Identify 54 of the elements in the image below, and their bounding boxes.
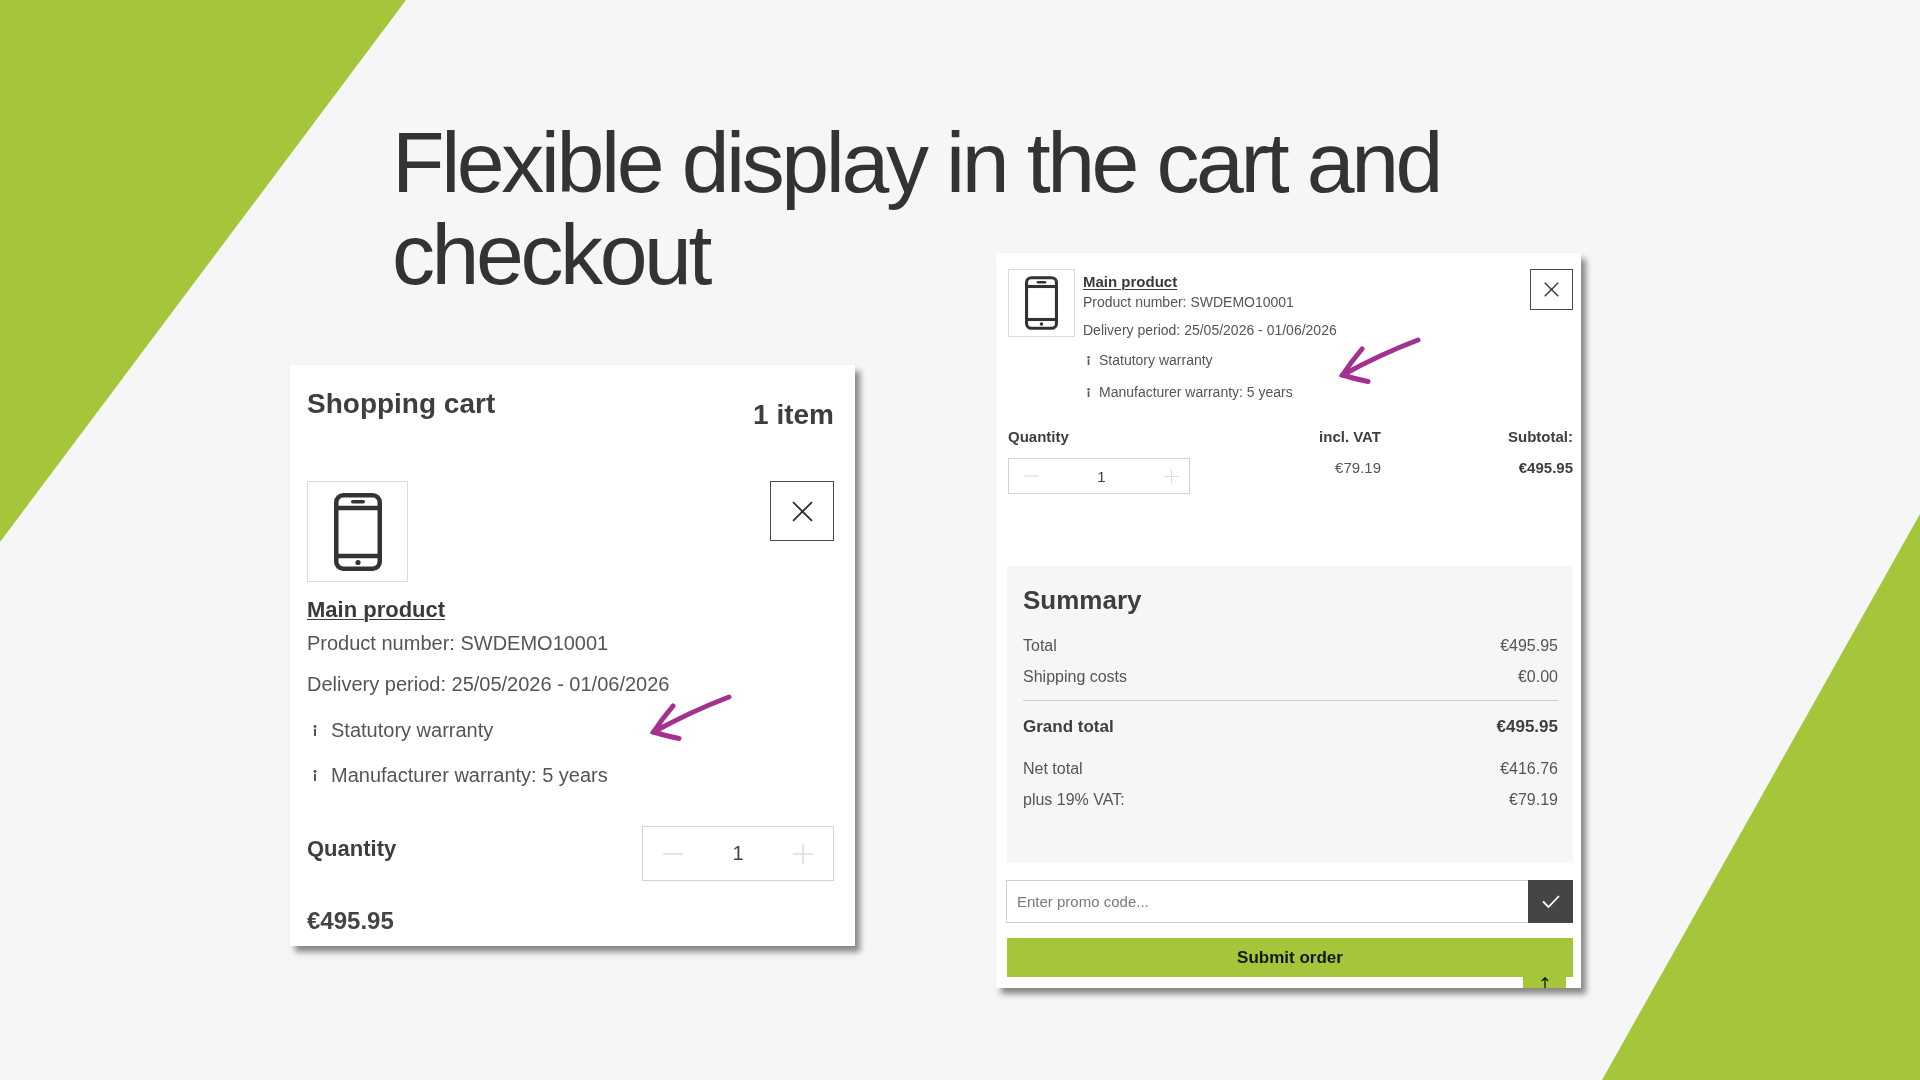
apply-button[interactable] [1528, 880, 1573, 923]
summary-value: €495.95 [1500, 635, 1558, 656]
product-link[interactable]: Main product [307, 596, 446, 624]
phone-icon [333, 492, 382, 571]
warranty-note: Statutory warranty [331, 718, 494, 743]
info-icon [1087, 355, 1090, 365]
summary-label: Net total [1023, 758, 1083, 779]
warranty-note: Statutory warranty [1099, 351, 1213, 370]
summary-label: Total [1023, 635, 1057, 656]
quantity-stepper[interactable]: 1 [642, 826, 834, 881]
subtotal-amount: €495.95 [1518, 458, 1573, 478]
delivery-period: Delivery period: 25/05/2026 - 01/06/2026 [307, 672, 670, 697]
column-header: Quantity [1008, 426, 1069, 447]
price: €495.95 [307, 906, 395, 936]
column-header: Subtotal: [1508, 426, 1573, 447]
quantity-label: Quantity [307, 835, 397, 863]
vat-amount: €79.19 [1335, 458, 1381, 478]
column-header: incl. VAT [1319, 426, 1381, 447]
close-icon [1544, 282, 1559, 297]
check-icon [1541, 895, 1560, 908]
close-icon [791, 500, 813, 522]
scroll-top-button[interactable] [1523, 977, 1566, 988]
promo-code-field[interactable]: Enter promo code... [1006, 880, 1528, 923]
plus-icon [1164, 468, 1179, 484]
quantity-stepper[interactable]: 1 [1008, 458, 1190, 494]
cart-title: Shopping cart [307, 387, 496, 421]
submit-button[interactable]: Submit order [1007, 938, 1573, 977]
info-icon [1087, 387, 1090, 397]
item-count: 1 item [753, 398, 834, 432]
warranty-note: Manufacturer warranty: 5 years [1099, 383, 1293, 402]
summary-value: €495.95 [1496, 716, 1558, 738]
remove-button[interactable] [1530, 269, 1573, 310]
warranty-note: Manufacturer warranty: 5 years [331, 763, 608, 788]
info-icon [313, 724, 317, 736]
info-icon [313, 769, 317, 781]
summary-value: €416.76 [1500, 758, 1558, 779]
summary-label: Grand total [1023, 716, 1114, 738]
plus-icon [793, 843, 813, 864]
product-number: Product number: SWDEMO10001 [1083, 293, 1294, 312]
delivery-period: Delivery period: 25/05/2026 - 01/06/2026 [1083, 321, 1337, 340]
slide-title: checkout [392, 208, 709, 300]
summary-value: €79.19 [1509, 789, 1558, 810]
product-link[interactable]: Main product [1083, 272, 1178, 292]
arrow-icon [650, 694, 732, 742]
summary-value: €0.00 [1517, 666, 1558, 687]
summary-title: Summary [1023, 584, 1143, 616]
summary-label: Shipping costs [1023, 666, 1128, 687]
remove-button[interactable] [770, 481, 834, 541]
arrow-icon [1339, 337, 1421, 385]
slide-title: Flexible display in the cart and [392, 116, 1441, 208]
phone-icon [1025, 276, 1058, 330]
summary-label: plus 19% VAT: [1023, 789, 1125, 810]
arrow-up-icon [1540, 977, 1549, 988]
product-number: Product number: SWDEMO10001 [307, 631, 609, 656]
